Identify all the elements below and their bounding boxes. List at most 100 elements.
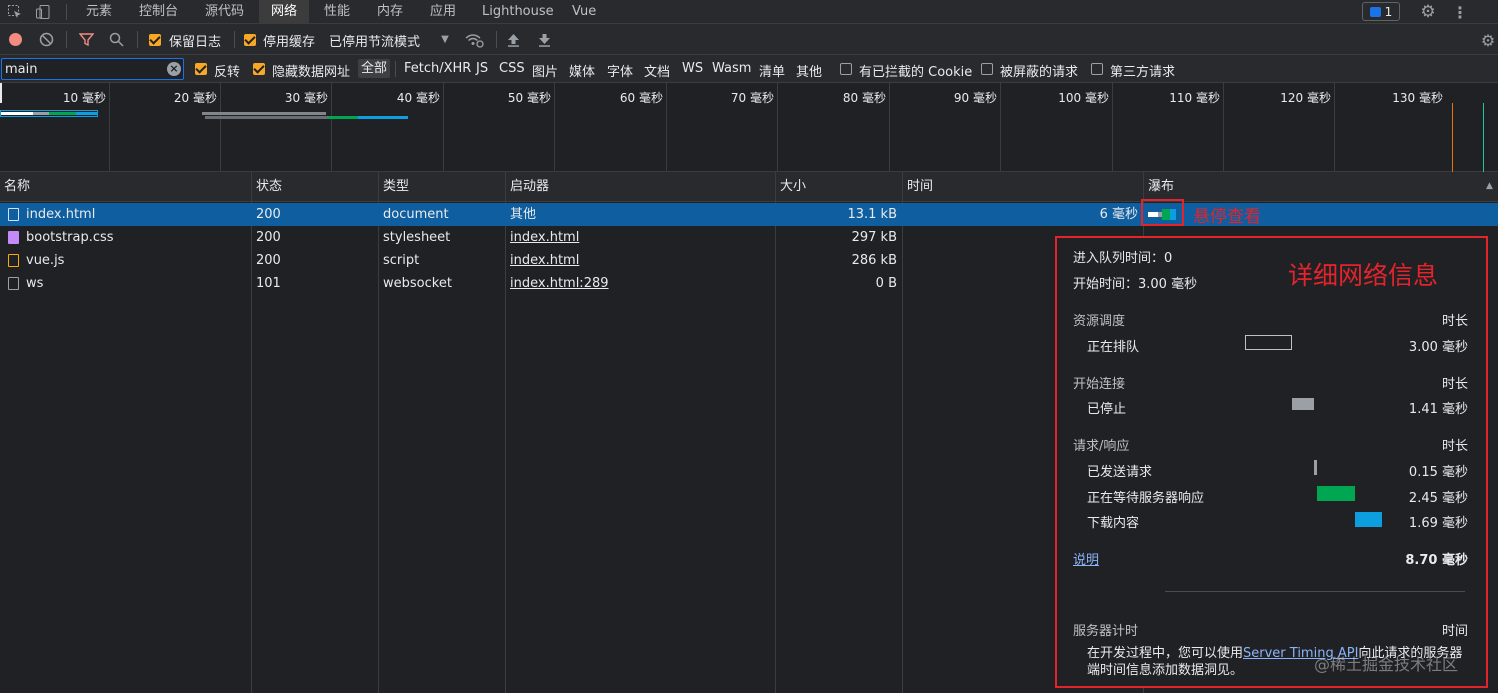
sort-ascending-icon[interactable]: ▲ — [1486, 181, 1493, 191]
column-header-status[interactable]: 状态 — [252, 172, 282, 202]
overview-tick-label: 60 毫秒 — [619, 91, 663, 105]
tab-elements[interactable]: 元素 — [86, 0, 112, 24]
column-header-initiator[interactable]: 启动器 — [506, 172, 549, 202]
filter-type-media[interactable]: 媒体 — [569, 61, 595, 80]
row-status: 101 — [256, 276, 281, 291]
filter-type-js[interactable]: JS — [476, 61, 488, 76]
throttling-select[interactable]: 已停用节流模式 — [329, 31, 420, 50]
preserve-log-checkbox[interactable] — [149, 34, 161, 46]
network-overview[interactable]: 10 毫秒 20 毫秒 30 毫秒 40 毫秒 50 毫秒 60 毫秒 70 毫… — [0, 83, 1498, 172]
more-options-icon[interactable]: ⋮ — [1450, 2, 1470, 22]
overview-gridline — [443, 83, 444, 172]
filter-type-doc[interactable]: 文档 — [644, 61, 670, 80]
overview-tick-label: 80 毫秒 — [842, 91, 886, 105]
tab-lighthouse[interactable]: Lighthouse — [482, 0, 554, 24]
column-header-time[interactable]: 时间 — [903, 172, 933, 202]
filter-funnel-icon[interactable] — [78, 31, 95, 48]
overview-tick-label: 100 毫秒 — [1058, 91, 1109, 105]
overview-tick-label: 90 毫秒 — [953, 91, 997, 105]
issues-badge[interactable]: 1 — [1362, 2, 1400, 21]
overview-gridline — [220, 83, 221, 172]
request-sent-label: 已发送请求 — [1087, 465, 1153, 480]
row-initiator-link[interactable]: index.html — [510, 226, 579, 249]
invert-label: 反转 — [214, 65, 241, 80]
overview-gridline — [777, 83, 778, 172]
chevron-down-icon[interactable]: ▼ — [438, 32, 452, 46]
filter-type-css[interactable]: CSS — [499, 61, 525, 76]
settings-gear-icon[interactable]: ⚙ — [1418, 2, 1438, 22]
network-conditions-icon[interactable] — [463, 30, 485, 49]
column-header-size[interactable]: 大小 — [776, 172, 806, 202]
third-party-checkbox[interactable] — [1091, 63, 1103, 75]
filter-type-fetch-xhr[interactable]: Fetch/XHR — [404, 61, 471, 76]
filter-input[interactable] — [5, 60, 165, 78]
row-initiator-link[interactable]: index.html:289 — [510, 272, 609, 295]
tab-network[interactable]: 网络 — [259, 0, 310, 24]
filter-type-all[interactable]: 全部 — [358, 59, 391, 78]
tab-sources[interactable]: 源代码 — [205, 0, 244, 24]
row-type: websocket — [383, 276, 452, 291]
overview-gridline — [331, 83, 332, 172]
filter-type-wasm[interactable]: Wasm — [712, 61, 751, 76]
stalled-bar — [1292, 398, 1314, 410]
section-connection-start: 开始连接 — [1073, 377, 1126, 392]
row-name[interactable]: ws — [26, 272, 43, 295]
tab-vue[interactable]: Vue — [572, 0, 596, 24]
device-toolbar-icon[interactable] — [34, 3, 52, 21]
preserve-log-label: 保留日志 — [169, 35, 222, 50]
record-icon[interactable] — [9, 33, 22, 46]
hide-data-urls-checkbox[interactable] — [253, 63, 265, 75]
blocked-cookies-checkbox[interactable] — [840, 63, 852, 75]
queueing-value: 3.00 毫秒 — [1408, 340, 1468, 355]
detail-annotation-label: 详细网络信息 — [1288, 261, 1439, 290]
stalled-label: 已停止 — [1087, 402, 1127, 417]
download-label: 下载内容 — [1087, 516, 1140, 531]
invert-checkbox[interactable] — [195, 63, 207, 75]
overview-bar-index — [0, 110, 98, 117]
separator — [395, 61, 396, 77]
network-settings-gear-icon[interactable]: ⚙ — [1478, 30, 1498, 50]
filter-type-ws[interactable]: WS — [682, 61, 703, 76]
overview-gridline — [889, 83, 890, 172]
clear-icon[interactable] — [38, 31, 55, 48]
import-har-icon[interactable] — [505, 31, 522, 48]
disable-cache-checkbox[interactable] — [244, 34, 256, 46]
server-timing-text: 端时间信息添加数据洞见。 — [1087, 663, 1244, 678]
request-sent-bar — [1314, 460, 1317, 475]
filter-type-font[interactable]: 字体 — [607, 61, 633, 80]
row-name[interactable]: bootstrap.css — [26, 226, 114, 249]
export-har-icon[interactable] — [536, 31, 553, 48]
section-server-timing: 服务器计时 — [1073, 624, 1139, 639]
row-initiator-link[interactable]: index.html — [510, 249, 579, 272]
duration-header: 时长 — [1441, 314, 1468, 329]
overview-tick-label: 110 毫秒 — [1169, 91, 1220, 105]
inspect-element-icon[interactable] — [6, 3, 24, 21]
overview-tick-label: 10 毫秒 — [62, 91, 106, 105]
duration-header: 时长 — [1441, 377, 1468, 392]
issues-count: 1 — [1384, 4, 1393, 19]
blocked-requests-checkbox[interactable] — [981, 63, 993, 75]
row-name[interactable]: vue.js — [26, 249, 64, 272]
table-row[interactable]: index.html 200 document 其他 13.1 kB 6 毫秒 — [0, 203, 1498, 226]
column-header-waterfall[interactable]: 瀑布 — [1144, 172, 1174, 202]
column-header-type[interactable]: 类型 — [379, 172, 409, 202]
separator — [234, 31, 235, 48]
overview-tick-label: 70 毫秒 — [730, 91, 774, 105]
server-timing-text: 在开发过程中，您可以使用 — [1087, 646, 1244, 661]
filter-type-manifest[interactable]: 清单 — [759, 61, 785, 80]
filter-type-other[interactable]: 其他 — [796, 61, 822, 80]
clear-filter-icon[interactable]: × — [167, 62, 181, 76]
explanation-link[interactable]: 说明 — [1073, 549, 1099, 568]
tab-console[interactable]: 控制台 — [139, 0, 178, 24]
tab-application[interactable]: 应用 — [430, 0, 456, 24]
row-size: 286 kB — [851, 253, 897, 268]
filter-input-box[interactable]: × — [1, 58, 184, 80]
tab-memory[interactable]: 内存 — [377, 0, 403, 24]
filter-type-img[interactable]: 图片 — [532, 61, 558, 80]
separator — [137, 31, 138, 48]
tab-performance[interactable]: 性能 — [324, 0, 350, 24]
row-name[interactable]: index.html — [26, 203, 95, 226]
search-icon[interactable] — [108, 31, 125, 48]
separator — [66, 31, 67, 48]
column-header-name[interactable]: 名称 — [0, 172, 30, 202]
